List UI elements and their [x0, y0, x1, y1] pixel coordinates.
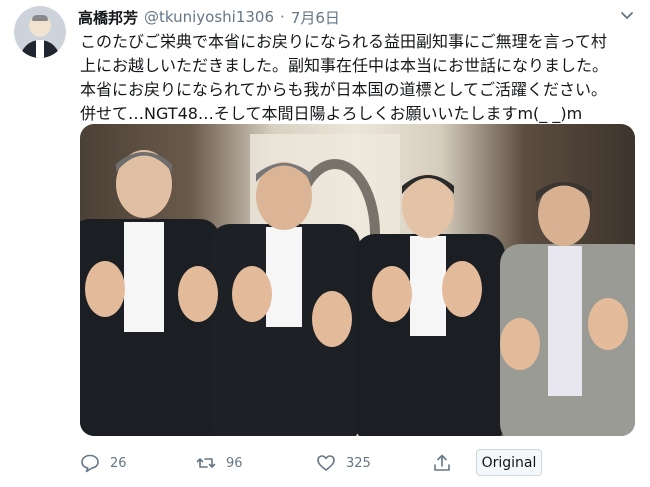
- share-icon: [434, 454, 450, 471]
- tweet-photo[interactable]: [80, 124, 635, 436]
- tweet-text: このたびご栄典で本省にお戻りになられる益田副知事にご無理を言って村 上にお越しい…: [80, 30, 630, 126]
- tweet-line: 上にお越しいただきました。副知事在任中は本当にお世話になりました。: [80, 56, 609, 75]
- tweet-line: このたびご栄典で本省にお戻りになられる益田副知事にご無理を言って村: [80, 32, 607, 51]
- retweet-button[interactable]: 96: [196, 448, 243, 478]
- action-bar: 26 96 325: [80, 448, 640, 478]
- reply-icon: [81, 454, 99, 473]
- like-icon: [317, 455, 335, 471]
- chevron-down-icon[interactable]: [620, 9, 634, 23]
- original-button[interactable]: Original: [476, 449, 542, 476]
- reply-count: 26: [110, 455, 127, 471]
- photo-illustration: [80, 134, 635, 436]
- like-button[interactable]: 325: [316, 448, 371, 478]
- author-handle[interactable]: @tkuniyoshi1306: [144, 8, 274, 26]
- retweet-icon: [196, 458, 216, 468]
- separator: ·: [280, 8, 285, 26]
- share-button[interactable]: [432, 448, 462, 478]
- avatar[interactable]: [14, 6, 66, 58]
- reply-button[interactable]: 26: [80, 448, 127, 478]
- tweet-line: 本省にお戻りになられてからも我が日本国の道標としてご活躍ください。: [80, 80, 608, 99]
- tweet: 高橋邦芳 @tkuniyoshi1306 · 7月6日 このたびご栄典で本省にお…: [0, 0, 650, 487]
- author-name[interactable]: 高橋邦芳: [78, 7, 138, 28]
- tweet-header: 高橋邦芳 @tkuniyoshi1306 · 7月6日: [78, 6, 340, 28]
- tweet-line: 併せて…NGT48…そして本間日陽よろしくお願いいたしますm(_ _)m: [80, 104, 583, 123]
- retweet-count: 96: [226, 455, 243, 471]
- tweet-date[interactable]: 7月6日: [291, 7, 340, 28]
- like-count: 325: [346, 455, 371, 471]
